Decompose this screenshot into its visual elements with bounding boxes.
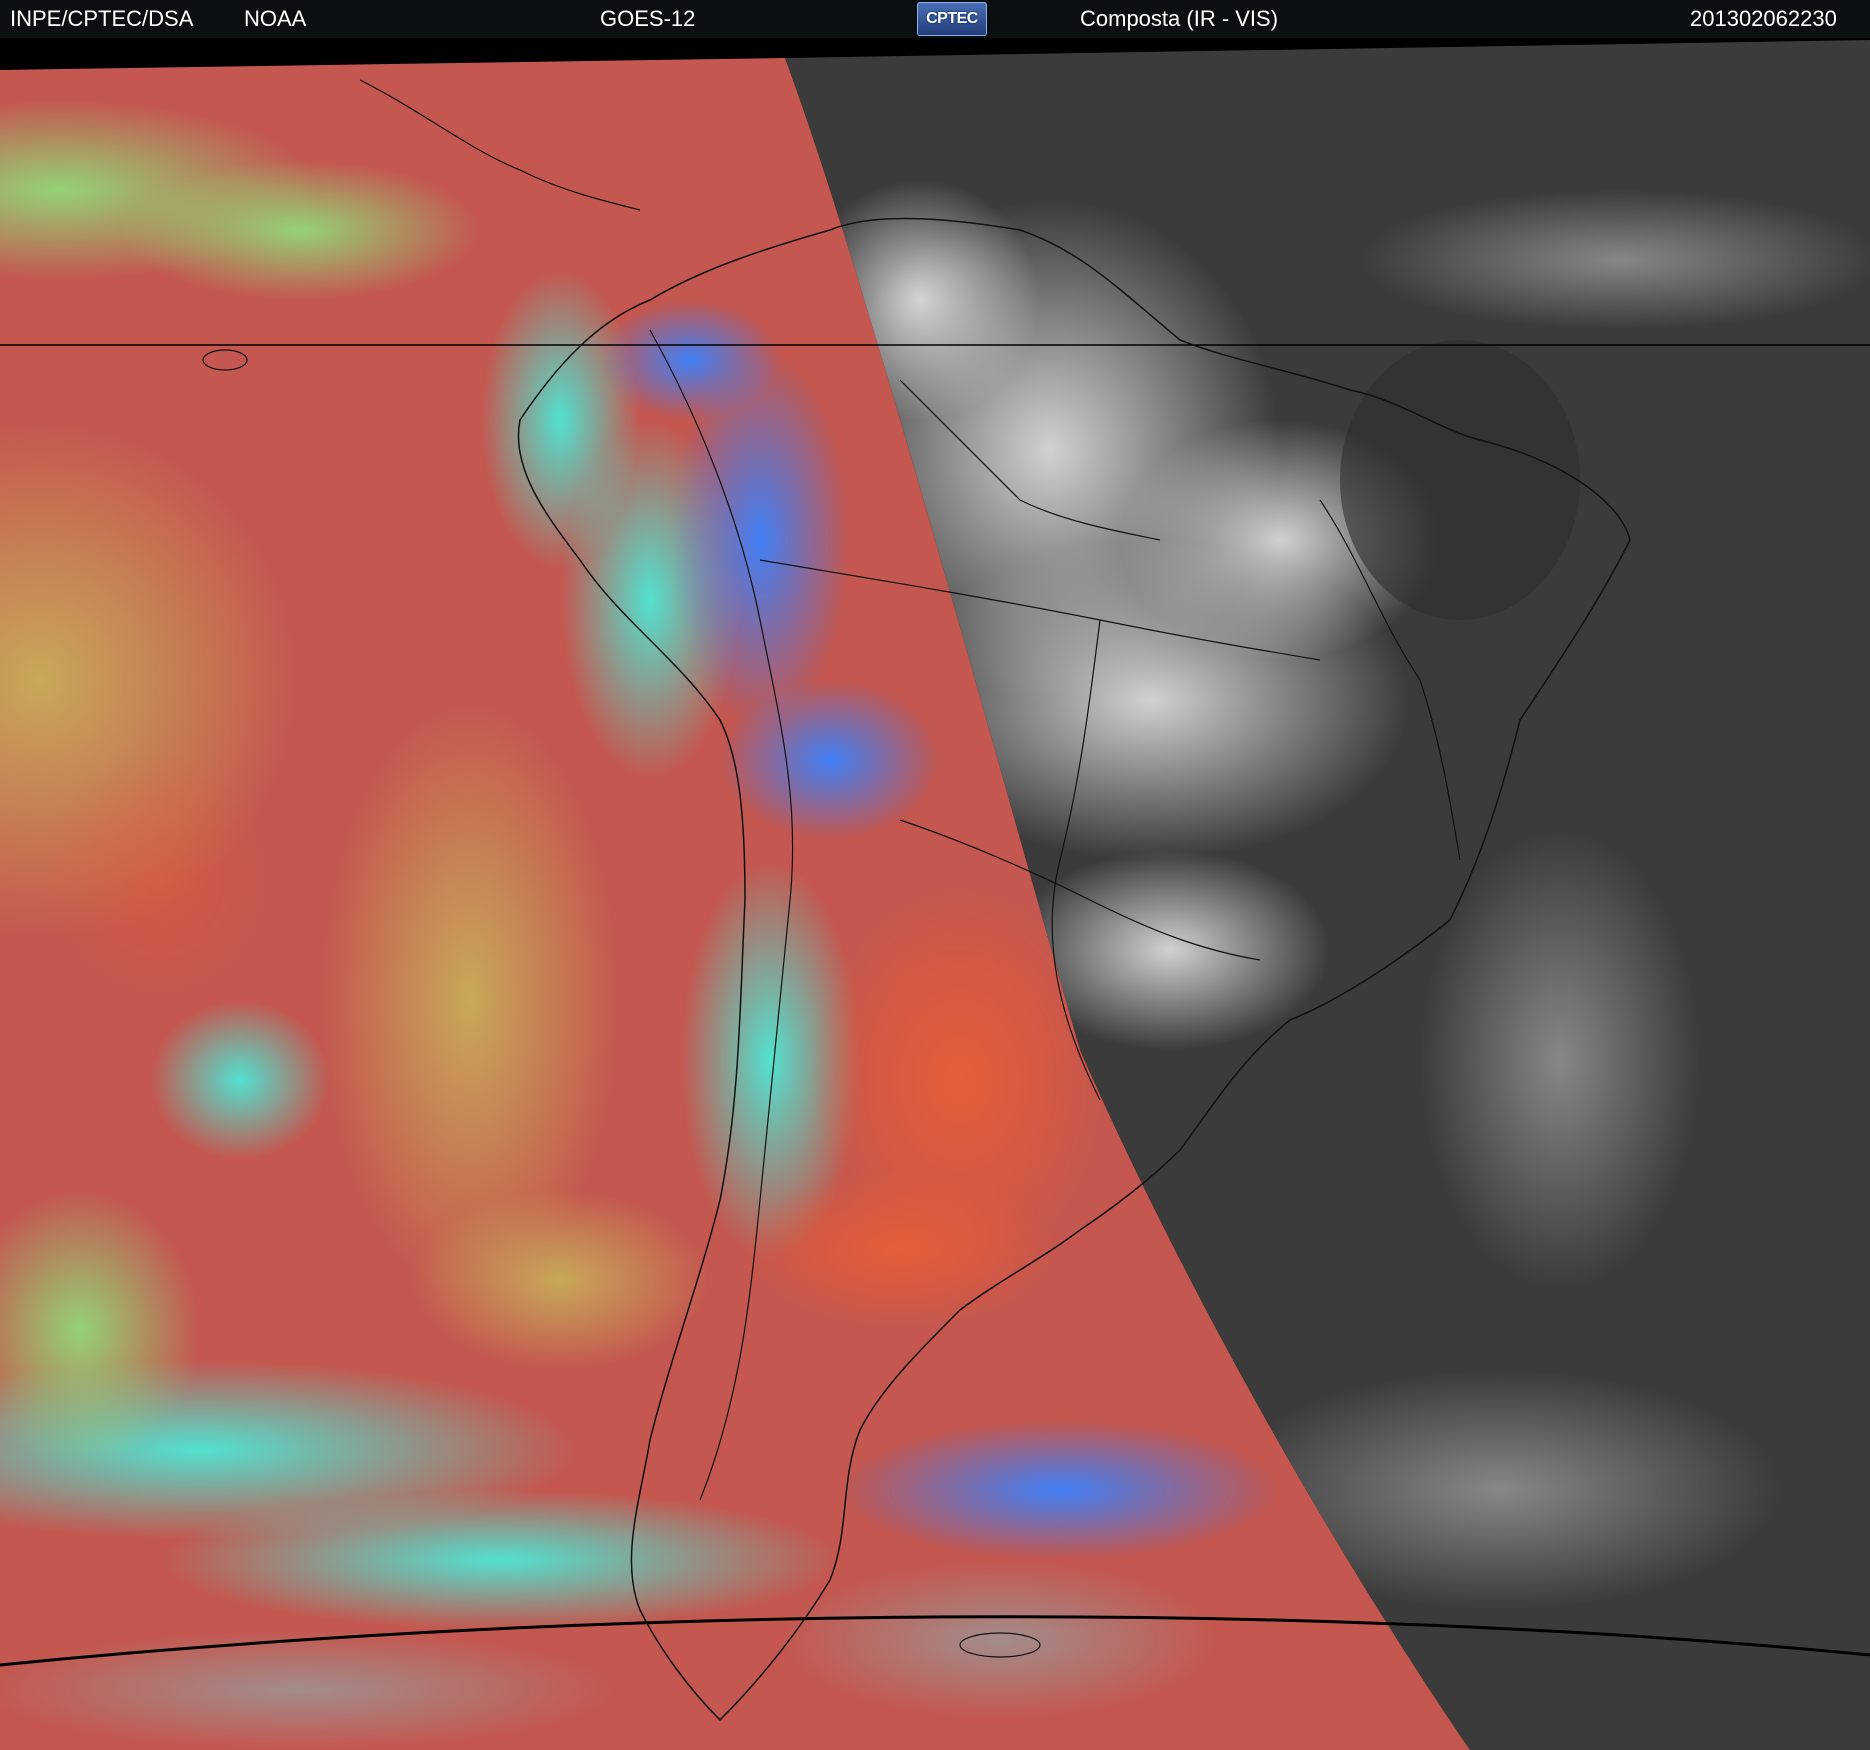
image-header: INPE/CPTEC/DSA NOAA GOES-12 CPTEC Compos… bbox=[0, 0, 1870, 38]
logo-text: CPTEC bbox=[926, 10, 978, 27]
cptec-logo-icon: CPTEC bbox=[917, 2, 987, 36]
agency-label: INPE/CPTEC/DSA bbox=[10, 6, 194, 31]
satellite-label: GOES-12 bbox=[600, 6, 696, 31]
timestamp-label: 201302062230 bbox=[1690, 6, 1837, 31]
satellite-composite-image bbox=[0, 38, 1870, 1750]
partner-label: NOAA bbox=[244, 6, 307, 31]
product-label: Composta (IR - VIS) bbox=[1080, 6, 1279, 31]
